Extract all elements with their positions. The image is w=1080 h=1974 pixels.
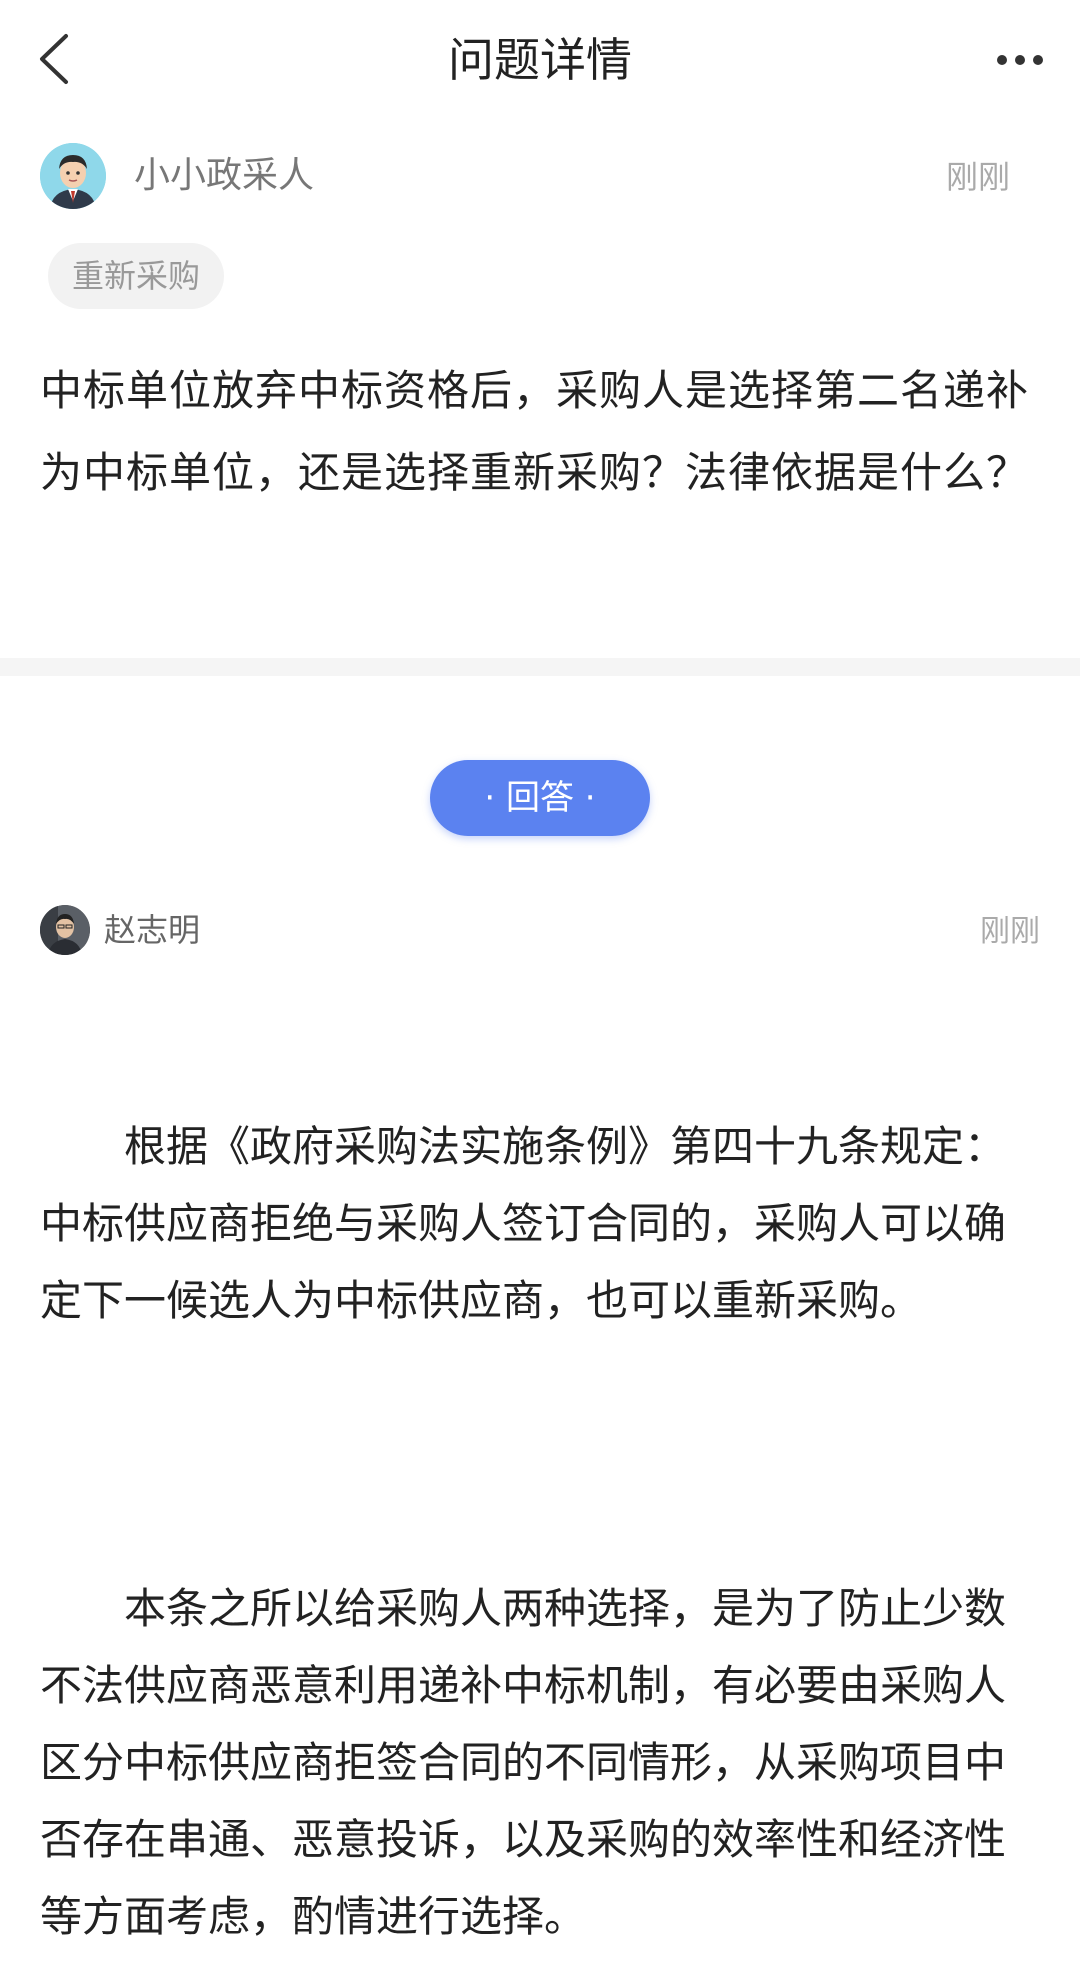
more-horizontal-icon bbox=[997, 55, 1043, 65]
answer-paragraph: 根据《政府采购法实施条例》第四十九条规定：中标供应商拒绝与采购人签订合同的，采购… bbox=[40, 1122, 1007, 1325]
cartoon-avatar-icon bbox=[40, 143, 106, 209]
answer-author-name[interactable]: 赵志明 bbox=[104, 909, 200, 951]
question-author-row: 小小政采人 刚刚 bbox=[40, 143, 1040, 213]
answer-timestamp: 刚刚 bbox=[980, 914, 1040, 949]
avatar[interactable] bbox=[40, 905, 90, 955]
header-bar: 问题详情 bbox=[0, 0, 1080, 120]
question-detail-page: 问题详情 小小政采人 刚刚 重新采购 中标单位放弃中标资格后，采购人是选择第二名… bbox=[0, 0, 1080, 1974]
question-text: 中标单位放弃中标资格后，采购人是选择第二名递补为中标单位，还是选择重新采购？法律… bbox=[40, 366, 1030, 497]
question-author-name[interactable]: 小小政采人 bbox=[134, 153, 314, 199]
more-button[interactable] bbox=[990, 40, 1050, 80]
avatar[interactable] bbox=[40, 143, 106, 209]
answer-paragraph: 本条之所以给采购人两种选择，是为了防止少数不法供应商恶意利用递补中标机制，有必要… bbox=[40, 1584, 1007, 1941]
question-timestamp: 刚刚 bbox=[945, 158, 1010, 196]
section-divider bbox=[0, 658, 1080, 676]
answer-section-label: · 回答 · bbox=[430, 760, 650, 836]
page-title: 问题详情 bbox=[448, 33, 632, 87]
photo-avatar-icon bbox=[40, 905, 90, 955]
topic-tag[interactable]: 重新采购 bbox=[48, 243, 225, 309]
answer-author-row: 赵志明 刚刚 bbox=[40, 905, 1040, 965]
